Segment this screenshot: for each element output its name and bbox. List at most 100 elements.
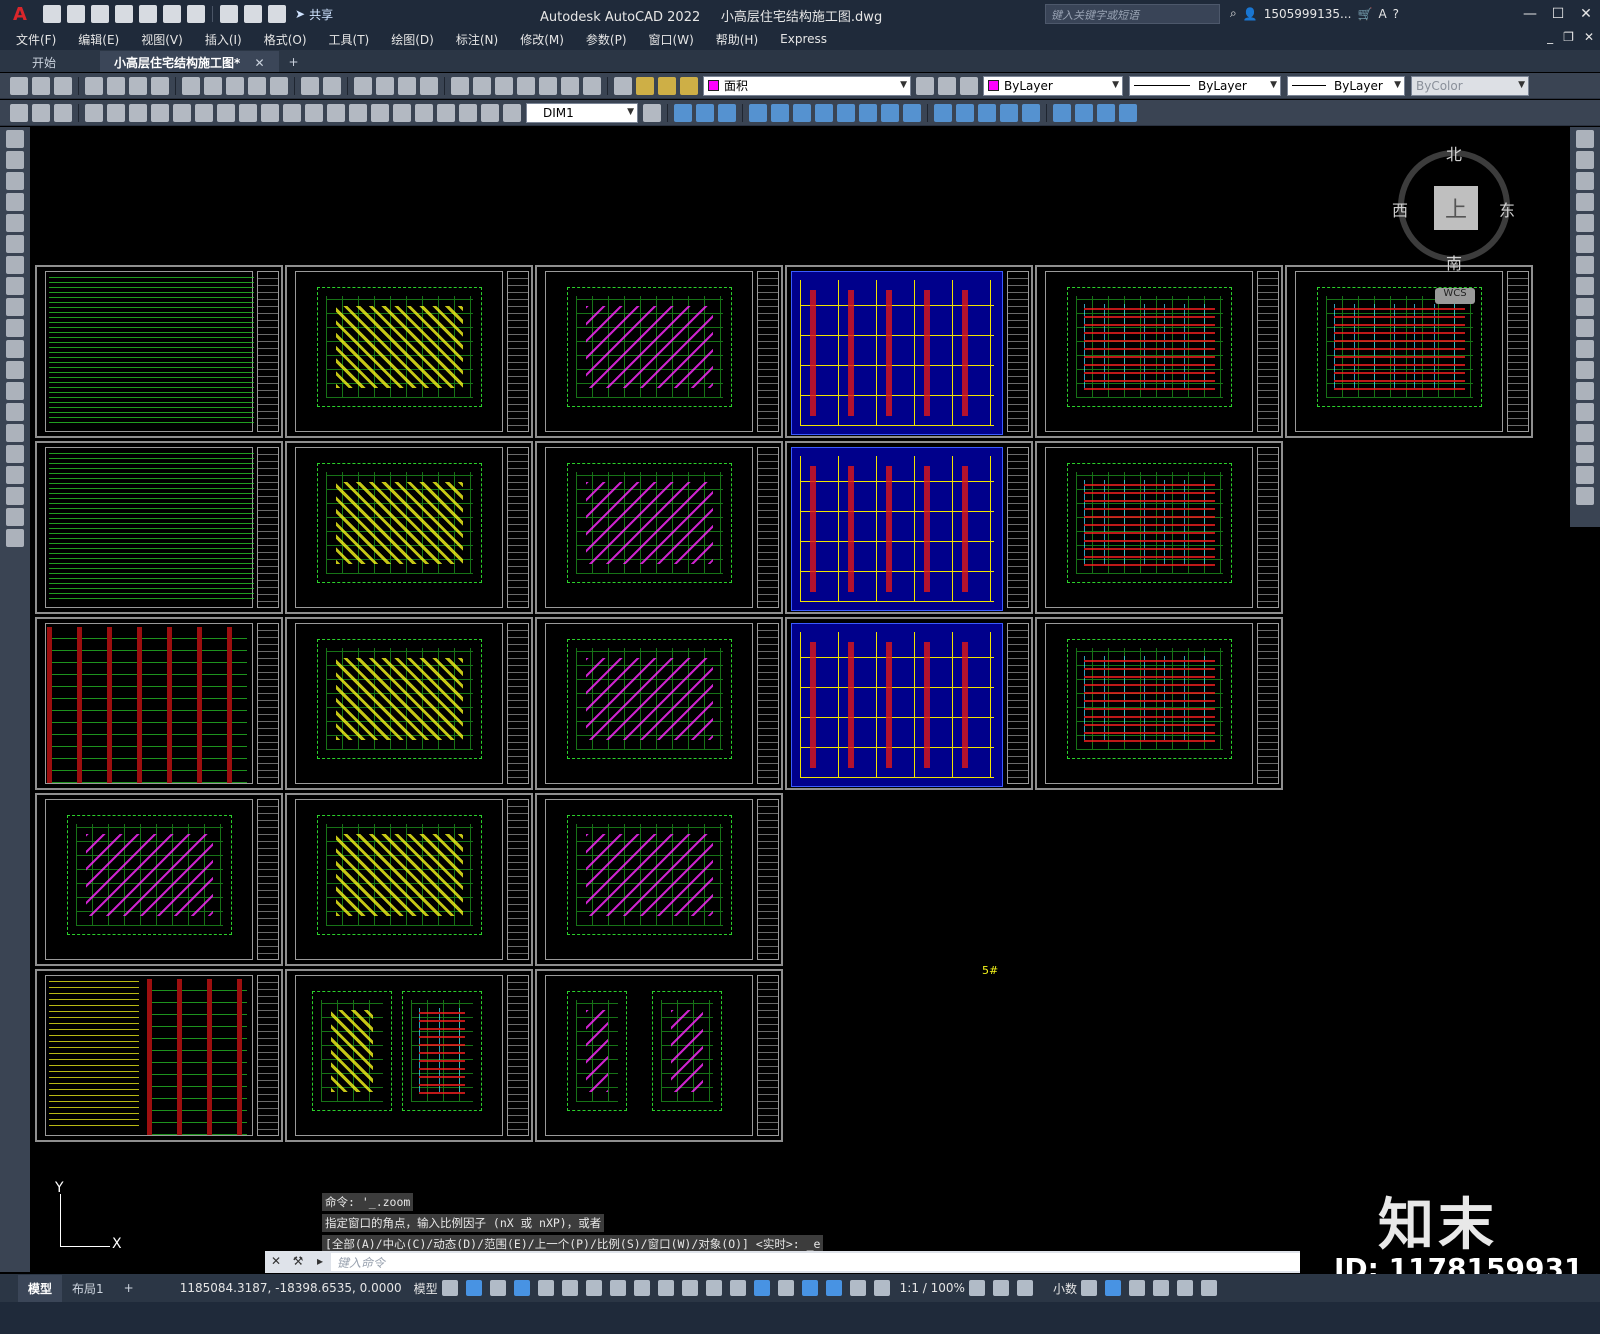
drawing-sheet[interactable]	[285, 617, 533, 790]
arc-length-icon[interactable]	[129, 103, 147, 122]
linetype-dropdown[interactable]: ByLayer ▼	[1129, 75, 1281, 96]
check-icon[interactable]	[1022, 103, 1040, 122]
share-button[interactable]: ➤ 共享	[295, 6, 333, 23]
annotation-monitor-icon[interactable]	[992, 1280, 1009, 1296]
break-icon[interactable]	[1576, 382, 1594, 400]
polygon-icon[interactable]	[6, 193, 24, 211]
angular-dimension-icon[interactable]	[239, 103, 257, 122]
workspace-gear-icon[interactable]	[968, 1280, 985, 1296]
fillet-icon[interactable]	[1576, 445, 1594, 463]
undo-icon[interactable]	[301, 76, 319, 95]
menu-dimension[interactable]: 标注(N)	[456, 31, 498, 48]
units-icon[interactable]	[1016, 1280, 1033, 1296]
rectangle-icon[interactable]	[6, 214, 24, 232]
polar-tracking-icon[interactable]	[561, 1280, 578, 1296]
imprint-icon[interactable]	[934, 103, 952, 122]
clean-icon[interactable]	[956, 103, 974, 122]
group-edit-icon[interactable]	[54, 103, 72, 122]
jogged-dimension-icon[interactable]	[195, 103, 213, 122]
scale-icon[interactable]	[1576, 277, 1594, 295]
gradient-icon[interactable]	[6, 445, 24, 463]
minimize-icon[interactable]: —	[1516, 0, 1544, 28]
zoom-previous-icon[interactable]	[420, 76, 438, 95]
join-icon[interactable]	[1576, 403, 1594, 421]
rotate-icon[interactable]	[1576, 256, 1594, 274]
layer-state-icon[interactable]	[960, 76, 978, 95]
subtract-icon[interactable]	[696, 103, 714, 122]
tab-layout1[interactable]: 布局1	[62, 1275, 114, 1302]
annotation-scale[interactable]: 1:1 / 100%	[900, 1281, 965, 1295]
new-file-icon[interactable]	[43, 5, 61, 23]
cart-icon[interactable]: 🛒	[1357, 7, 1372, 21]
group-icon[interactable]	[10, 103, 28, 122]
drawing-sheet[interactable]	[35, 793, 283, 966]
wcs-menu-button[interactable]: WCS	[1435, 288, 1475, 304]
customize-quick-access-icon[interactable]	[268, 5, 286, 23]
stretch-icon[interactable]	[1576, 298, 1594, 316]
line-icon[interactable]	[6, 130, 24, 148]
add-layout-button[interactable]: +	[114, 1276, 144, 1300]
array-icon[interactable]	[1576, 214, 1594, 232]
rotate-faces-icon[interactable]	[837, 103, 855, 122]
tolerance-icon[interactable]	[371, 103, 389, 122]
extend-icon[interactable]	[1576, 340, 1594, 358]
dimension-space-icon[interactable]	[327, 103, 345, 122]
center-mark-icon[interactable]	[393, 103, 411, 122]
shell-icon[interactable]	[1000, 103, 1018, 122]
block-editor-icon[interactable]	[270, 76, 288, 95]
save-icon[interactable]	[91, 5, 109, 23]
insert-block-icon[interactable]	[6, 361, 24, 379]
zoom-realtime-icon[interactable]	[376, 76, 394, 95]
plot-preview-icon[interactable]	[107, 76, 125, 95]
menu-tools[interactable]: 工具(T)	[329, 31, 370, 48]
drawing-sheet[interactable]	[35, 441, 283, 614]
diameter-dimension-icon[interactable]	[217, 103, 235, 122]
continue-dimension-icon[interactable]	[305, 103, 323, 122]
redo-icon[interactable]	[244, 5, 262, 23]
hatch-icon[interactable]	[6, 424, 24, 442]
inspection-icon[interactable]	[415, 103, 433, 122]
union-icon[interactable]	[674, 103, 692, 122]
transparency-icon[interactable]	[681, 1280, 698, 1296]
menu-file[interactable]: 文件(F)	[16, 31, 56, 48]
hardware-acceleration-icon[interactable]	[1152, 1280, 1169, 1296]
selection-filter-icon[interactable]	[777, 1280, 794, 1296]
menu-express[interactable]: Express	[780, 32, 827, 46]
layer-dropdown[interactable]: 面积 ▼	[703, 75, 911, 96]
drawing-sheet[interactable]	[285, 793, 533, 966]
circle-icon[interactable]	[6, 256, 24, 274]
layer-on-icon[interactable]	[636, 76, 654, 95]
construction-line-icon[interactable]	[6, 151, 24, 169]
drawing-sheet[interactable]	[1035, 441, 1283, 614]
publish-icon[interactable]	[129, 76, 147, 95]
move-icon[interactable]	[1576, 235, 1594, 253]
taper-faces-icon[interactable]	[859, 103, 877, 122]
calculator-icon[interactable]	[561, 76, 579, 95]
separate-icon[interactable]	[978, 103, 996, 122]
blend-curves-icon[interactable]	[1576, 466, 1594, 484]
compass-west[interactable]: 西	[1392, 197, 1408, 221]
menu-modify[interactable]: 修改(M)	[520, 31, 564, 48]
drawing-sheet[interactable]	[285, 441, 533, 614]
close-icon[interactable]: ✕	[1572, 0, 1600, 28]
units-value[interactable]: 小数	[1053, 1280, 1077, 1297]
cylinder-icon[interactable]	[1097, 103, 1115, 122]
linear-dimension-icon[interactable]	[85, 103, 103, 122]
menu-format[interactable]: 格式(O)	[264, 31, 307, 48]
help-icon[interactable]: ?	[1393, 7, 1399, 21]
delete-faces-icon[interactable]	[815, 103, 833, 122]
erase-icon[interactable]	[1576, 130, 1594, 148]
aligned-dimension-icon[interactable]	[107, 103, 125, 122]
dimstyle-dropdown[interactable]: DIM1 ▼	[526, 102, 638, 123]
drawing-sheet[interactable]	[535, 793, 783, 966]
revision-cloud-icon[interactable]	[6, 277, 24, 295]
lock-ui-icon[interactable]	[1104, 1280, 1121, 1296]
layer-lock-icon[interactable]	[680, 76, 698, 95]
make-current-layer-icon[interactable]	[916, 76, 934, 95]
markup-icon[interactable]	[539, 76, 557, 95]
ellipse-arc-icon[interactable]	[6, 340, 24, 358]
radius-dimension-icon[interactable]	[173, 103, 191, 122]
drawing-sheet[interactable]	[285, 265, 533, 438]
tab-close-icon[interactable]: ✕	[254, 56, 264, 70]
quick-properties-icon[interactable]	[1080, 1280, 1097, 1296]
